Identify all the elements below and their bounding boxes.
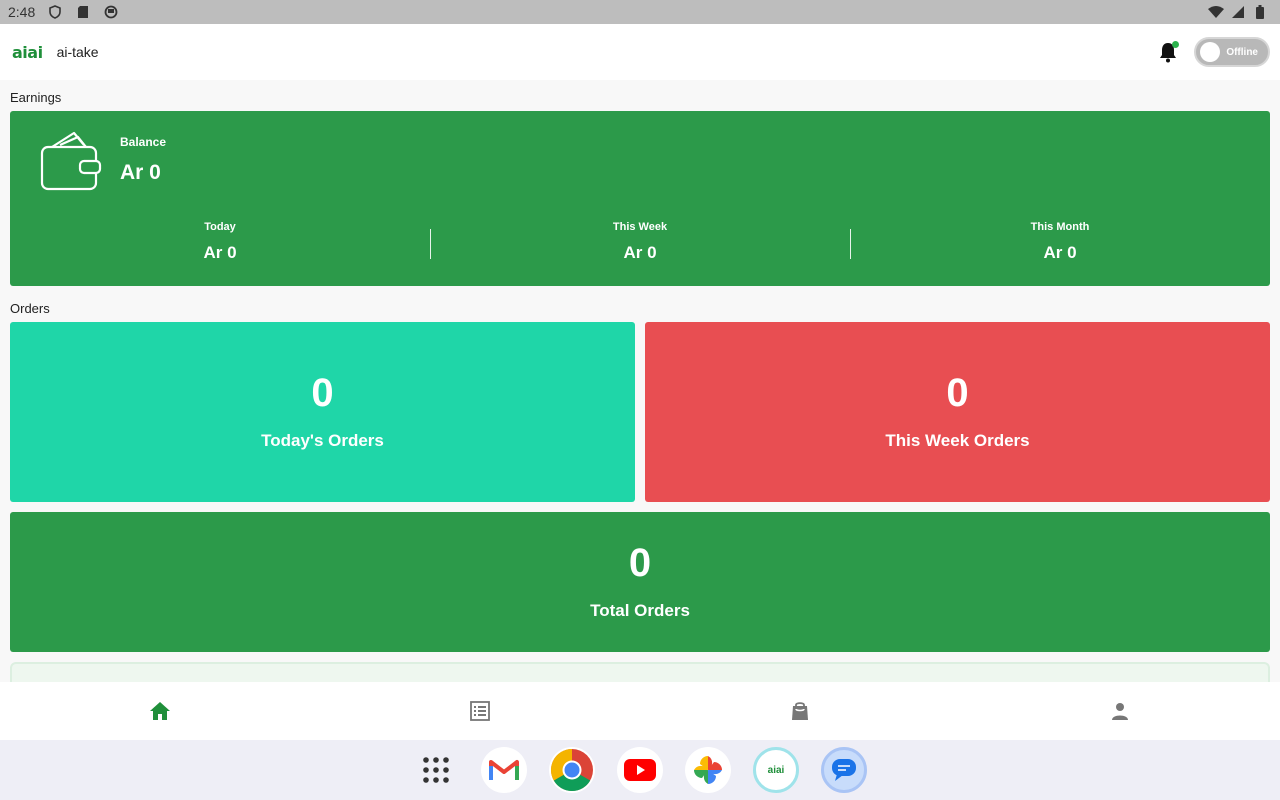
- messages-icon[interactable]: [821, 747, 867, 793]
- toggle-label: Offline: [1226, 46, 1258, 58]
- balance-label: Balance: [120, 135, 167, 149]
- toggle-knob: [1200, 42, 1220, 62]
- battery-icon: [1252, 4, 1268, 20]
- total-orders-card[interactable]: 0 Total Orders: [10, 512, 1270, 652]
- aiai-app-icon[interactable]: aiai: [753, 747, 799, 793]
- app-name: ai-take: [56, 44, 99, 60]
- nav-profile[interactable]: [960, 682, 1280, 740]
- app-bar: aiai ai-take Offline: [0, 24, 1280, 80]
- period-label: Today: [204, 221, 236, 233]
- person-icon: [1112, 703, 1128, 720]
- period-value: Ar 0: [1043, 243, 1077, 262]
- nav-orders-list[interactable]: [320, 682, 640, 740]
- order-count: 0: [946, 371, 969, 415]
- balance-value: Ar 0: [120, 161, 161, 184]
- order-label: Total Orders: [590, 601, 690, 620]
- period-value: Ar 0: [623, 243, 657, 262]
- earnings-this-week: This Week Ar 0: [430, 219, 850, 267]
- list-icon: [470, 701, 490, 721]
- order-count: 0: [628, 541, 652, 585]
- orders-section-title: Orders: [10, 301, 50, 316]
- earnings-periods: Today Ar 0 This Week Ar 0 This Month Ar …: [10, 219, 1270, 267]
- app-logo: aiai: [12, 42, 43, 62]
- bag-icon: [792, 702, 808, 720]
- signal-icon: [1230, 4, 1246, 20]
- earnings-this-month: This Month Ar 0: [850, 219, 1270, 267]
- bell-icon[interactable]: [1156, 40, 1180, 64]
- period-value: Ar 0: [203, 243, 237, 262]
- status-time: 2:48: [8, 4, 36, 20]
- nav-home[interactable]: [0, 682, 320, 740]
- period-label: This Week: [612, 221, 668, 233]
- youtube-icon[interactable]: [617, 747, 663, 793]
- aiai-app-label: aiai: [767, 764, 785, 776]
- home-icon: [150, 702, 170, 720]
- online-status-toggle[interactable]: Offline: [1194, 37, 1270, 67]
- order-count: 0: [311, 371, 334, 415]
- earnings-today: Today Ar 0: [10, 219, 430, 267]
- this-week-orders-card[interactable]: 0 This Week Orders: [645, 322, 1270, 502]
- order-label: This Week Orders: [885, 431, 1030, 450]
- bottom-navigation: [0, 682, 1280, 740]
- status-bar: 2:48: [0, 0, 1280, 24]
- shield-icon: [47, 4, 63, 20]
- circle-app-icon: [103, 4, 119, 20]
- wifi-icon: [1208, 4, 1224, 20]
- launcher-dock: aiai: [0, 740, 1280, 800]
- earnings-card: Balance Ar 0 Today Ar 0 This Week Ar 0 T…: [10, 111, 1270, 286]
- app-drawer-icon[interactable]: [413, 747, 459, 793]
- period-label: This Month: [1030, 221, 1090, 233]
- sd-card-icon: [75, 4, 91, 20]
- notification-dot: [1172, 41, 1179, 48]
- order-label: Today's Orders: [261, 431, 384, 450]
- photos-icon[interactable]: [685, 747, 731, 793]
- wallet-icon: [40, 131, 102, 191]
- todays-orders-card[interactable]: 0 Today's Orders: [10, 322, 635, 502]
- earnings-section-title: Earnings: [10, 90, 62, 105]
- chrome-icon[interactable]: [549, 747, 595, 793]
- nav-shop[interactable]: [640, 682, 960, 740]
- gmail-icon[interactable]: [481, 747, 527, 793]
